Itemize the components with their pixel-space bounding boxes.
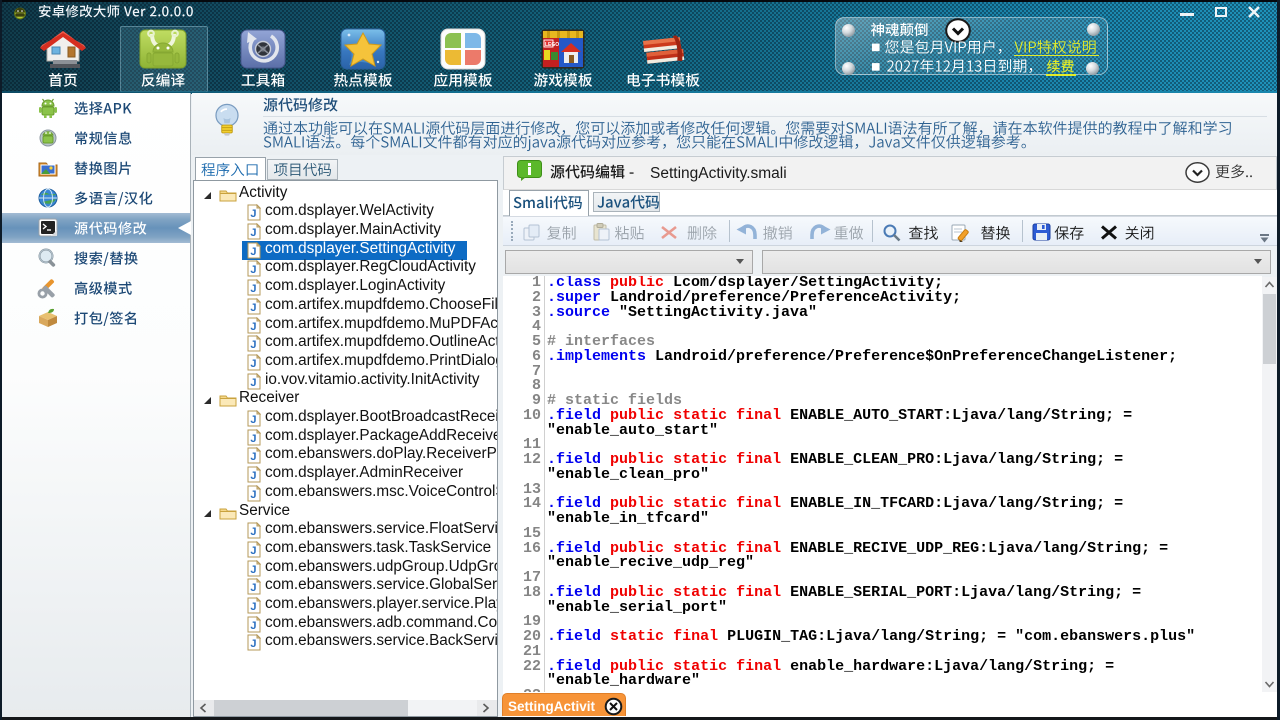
svg-text:J: J	[250, 451, 256, 463]
svg-text:J: J	[250, 545, 256, 557]
svg-text:J: J	[250, 470, 256, 482]
svg-text:J: J	[250, 302, 256, 314]
svg-text:J: J	[250, 339, 256, 351]
svg-text:J: J	[250, 321, 256, 333]
svg-text:J: J	[250, 526, 256, 538]
svg-text:LEGO: LEGO	[545, 42, 559, 48]
svg-text:J: J	[250, 601, 256, 613]
svg-text:J: J	[250, 582, 256, 594]
svg-text:J: J	[250, 246, 256, 258]
svg-text:J: J	[250, 620, 256, 632]
svg-text:J: J	[250, 283, 256, 295]
svg-text:J: J	[250, 414, 256, 426]
svg-text:J: J	[250, 638, 256, 650]
svg-text:J: J	[250, 208, 256, 220]
svg-text:J: J	[250, 377, 256, 389]
svg-text:J: J	[250, 264, 256, 276]
svg-text:J: J	[250, 227, 256, 239]
svg-text:J: J	[250, 358, 256, 370]
svg-text:J: J	[250, 489, 256, 501]
svg-text:J: J	[250, 564, 256, 576]
svg-text:J: J	[250, 433, 256, 445]
